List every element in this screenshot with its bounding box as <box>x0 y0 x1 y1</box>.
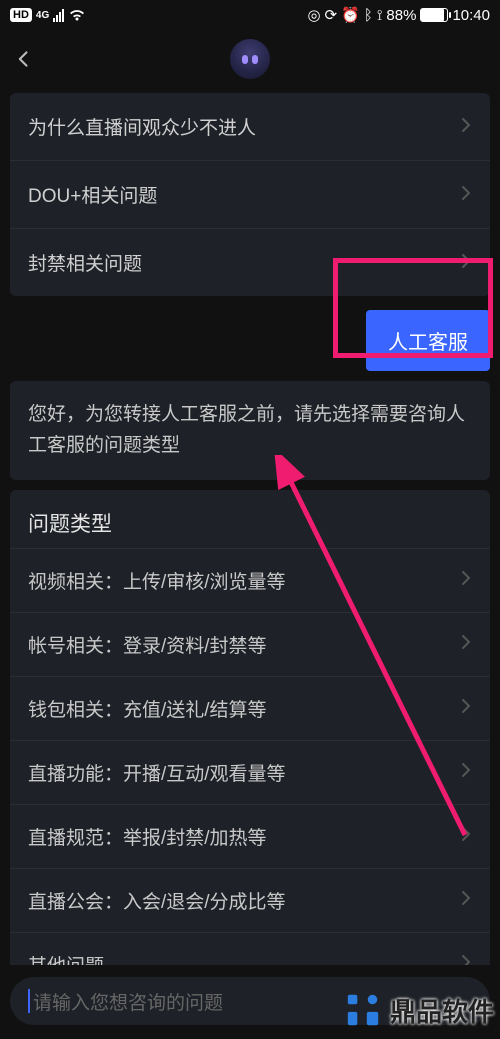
hd-badge: HD <box>10 8 32 22</box>
chevron-right-icon <box>460 252 472 274</box>
system-message: 您好，为您转接人工客服之前，请先选择需要咨询人工客服的问题类型 <box>10 381 490 480</box>
input-placeholder: 请输入您想咨询的问题 <box>33 988 223 1015</box>
eye-icon: ◎ <box>307 8 320 23</box>
chevron-right-icon <box>460 184 472 206</box>
signal-icon <box>53 9 64 22</box>
chevron-right-icon <box>460 889 472 911</box>
battery-percent: 88% <box>386 7 416 24</box>
chevron-right-icon <box>460 633 472 655</box>
category-label: 钱包相关：充值/送礼/结算等 <box>28 695 267 722</box>
watermark-text: 鼎品软件 <box>390 992 494 1029</box>
category-row[interactable]: 钱包相关：充值/送礼/结算等 <box>10 676 490 740</box>
user-message-row: 人工客服 <box>10 310 490 371</box>
category-row[interactable]: 直播功能：开播/互动/观看量等 <box>10 740 490 804</box>
category-label: 直播公会：入会/退会/分成比等 <box>28 887 286 914</box>
faq-row[interactable]: 为什么直播间观众少不进人 <box>10 93 490 160</box>
clock-time: 10:40 <box>452 7 490 24</box>
battery-icon <box>420 8 448 22</box>
watermark: 鼎品软件 <box>344 991 494 1029</box>
input-cursor <box>28 989 30 1013</box>
back-button[interactable] <box>14 30 34 88</box>
faq-label: DOU+相关问题 <box>28 181 157 208</box>
faq-label: 封禁相关问题 <box>28 249 142 276</box>
user-message-bubble: 人工客服 <box>366 310 490 371</box>
status-bar: HD 4G ◎ ⟳ ⏰ ᛒ ⟟ 88% 10:40 <box>0 0 500 30</box>
category-row[interactable]: 帐号相关：登录/资料/封禁等 <box>10 612 490 676</box>
chevron-right-icon <box>460 761 472 783</box>
category-row[interactable]: 视频相关：上传/审核/浏览量等 <box>10 548 490 612</box>
faq-label: 为什么直播间观众少不进人 <box>28 113 256 140</box>
category-title: 问题类型 <box>10 508 490 548</box>
location-icon: ⟟ <box>377 8 383 23</box>
faq-row[interactable]: DOU+相关问题 <box>10 160 490 228</box>
status-right: ◎ ⟳ ⏰ ᛒ ⟟ 88% 10:40 <box>307 7 490 24</box>
sync-icon: ⟳ <box>325 8 338 23</box>
category-row[interactable]: 直播规范：举报/封禁/加热等 <box>10 804 490 868</box>
faq-card: 为什么直播间观众少不进人 DOU+相关问题封禁相关问题 <box>10 93 490 296</box>
wifi-icon <box>68 8 86 22</box>
header <box>0 30 500 88</box>
category-label: 视频相关：上传/审核/浏览量等 <box>28 567 286 594</box>
category-label: 直播功能：开播/互动/观看量等 <box>28 759 286 786</box>
status-left: HD 4G <box>10 8 86 22</box>
category-label: 直播规范：举报/封禁/加热等 <box>28 823 267 850</box>
alarm-icon: ⏰ <box>341 8 360 23</box>
watermark-logo-icon <box>344 991 382 1029</box>
bluetooth-icon: ᛒ <box>364 8 373 23</box>
category-label: 帐号相关：登录/资料/封禁等 <box>28 631 267 658</box>
category-row[interactable]: 直播公会：入会/退会/分成比等 <box>10 868 490 932</box>
chevron-right-icon <box>460 116 472 138</box>
faq-row[interactable]: 封禁相关问题 <box>10 228 490 296</box>
chevron-right-icon <box>460 569 472 591</box>
chevron-right-icon <box>460 697 472 719</box>
assistant-avatar <box>230 39 270 79</box>
category-card: 问题类型 视频相关：上传/审核/浏览量等帐号相关：登录/资料/封禁等钱包相关：充… <box>10 490 490 996</box>
network-indicator: 4G <box>36 10 49 21</box>
chevron-right-icon <box>460 825 472 847</box>
